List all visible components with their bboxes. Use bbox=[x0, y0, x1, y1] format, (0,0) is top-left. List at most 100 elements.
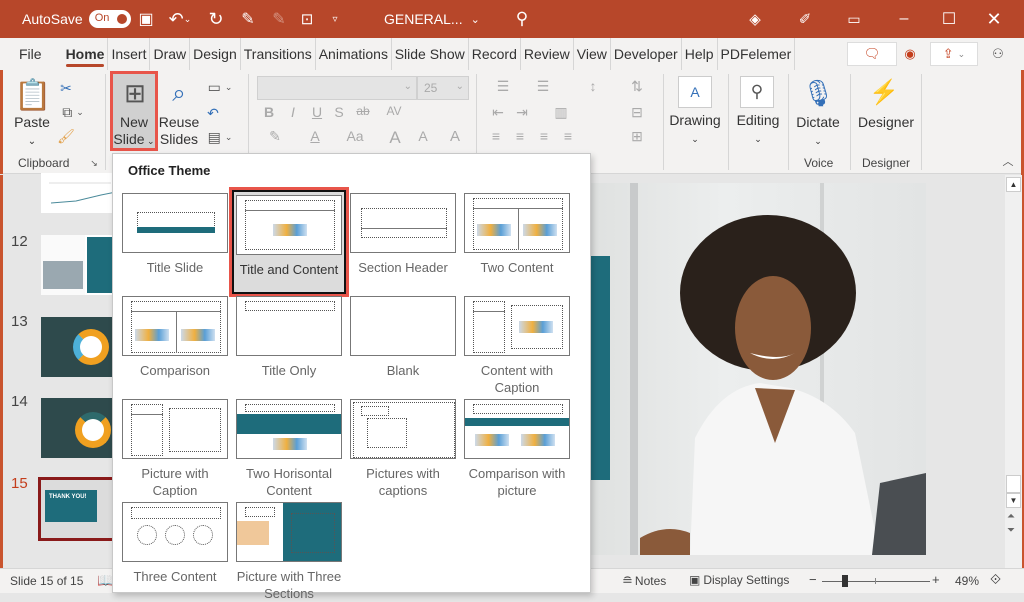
slide-thumbnail[interactable] bbox=[41, 173, 121, 213]
new-slide-button[interactable]: ⊞ New Slide ⌄ bbox=[110, 71, 158, 151]
previous-slide-icon[interactable]: ⏶ bbox=[1007, 511, 1015, 522]
slide-thumbnail-current[interactable]: THANK YOU! bbox=[38, 477, 120, 541]
tab-file[interactable]: File bbox=[16, 38, 45, 70]
font-color-button[interactable]: A bbox=[300, 128, 330, 144]
share-button[interactable]: ⇪ ⌄ bbox=[930, 42, 978, 66]
layout-option-title-only[interactable]: Title Only bbox=[232, 293, 346, 379]
layout-option-blank[interactable]: Blank bbox=[346, 293, 460, 379]
zoom-in-button[interactable]: + bbox=[932, 572, 940, 587]
reuse-slides-button[interactable]: Reuse Slides bbox=[158, 114, 200, 148]
italic-button[interactable]: I bbox=[286, 104, 300, 120]
premium-icon[interactable]: ◈ bbox=[744, 0, 766, 38]
autosave-control[interactable]: AutoSave On bbox=[22, 0, 131, 38]
text-direction-icon[interactable]: ⇅ bbox=[622, 78, 652, 95]
columns-icon[interactable]: ▥ bbox=[546, 104, 576, 121]
dictate-button[interactable]: Dictate ⌄ bbox=[792, 114, 844, 150]
fit-to-window-icon[interactable]: ⟐ bbox=[990, 571, 1001, 588]
close-icon[interactable]: ✕ bbox=[983, 0, 1005, 38]
slide-canvas[interactable] bbox=[590, 183, 926, 555]
pen-icon[interactable]: ✎ bbox=[237, 0, 259, 38]
reset-icon[interactable]: ↶ bbox=[203, 104, 223, 122]
layout-option-comparison[interactable]: Comparison bbox=[118, 293, 232, 379]
tab-view[interactable]: View bbox=[572, 38, 610, 70]
tab-record[interactable]: Record bbox=[467, 38, 520, 70]
align-right-icon[interactable]: ≡ bbox=[534, 128, 554, 144]
smartart-icon[interactable]: ⊞ bbox=[622, 128, 652, 145]
zoom-slider-thumb[interactable] bbox=[842, 575, 849, 587]
change-case-button[interactable]: Aa bbox=[340, 128, 370, 144]
layout-option-two-content[interactable]: Two Content bbox=[460, 190, 574, 276]
layout-option-title-and-content[interactable]: Title and Content bbox=[229, 187, 349, 297]
undo-icon[interactable]: ↶ ⌄ bbox=[165, 0, 195, 38]
collapse-ribbon-icon[interactable]: ︿ bbox=[1000, 154, 1016, 168]
paste-button[interactable]: Paste ⌄ bbox=[10, 114, 54, 150]
clear-formatting-icon[interactable]: A bbox=[444, 128, 466, 145]
tab-slide-show[interactable]: Slide Show bbox=[390, 38, 468, 70]
highlight-icon[interactable]: ✎ bbox=[260, 128, 290, 145]
layout-option-picture-with-three-sections[interactable]: Picture with Three Sections bbox=[232, 499, 346, 602]
tab-design[interactable]: Design bbox=[189, 38, 240, 70]
tab-draw[interactable]: Draw bbox=[149, 38, 189, 70]
cut-icon[interactable]: ✂ bbox=[56, 78, 76, 98]
decrease-font-button[interactable]: A bbox=[412, 128, 434, 144]
tab-insert[interactable]: Insert bbox=[107, 38, 149, 70]
character-spacing-button[interactable]: AV bbox=[382, 104, 406, 118]
next-slide-icon[interactable]: ⏷ bbox=[1007, 525, 1015, 536]
increase-indent-icon[interactable]: ⇥ bbox=[512, 104, 532, 121]
autosave-toggle[interactable]: On bbox=[88, 10, 131, 28]
slide-thumbnail[interactable] bbox=[41, 317, 121, 377]
section-icon[interactable]: ▤ ⌄ bbox=[203, 128, 237, 146]
minimize-icon[interactable]: – bbox=[893, 0, 915, 38]
scroll-down-icon[interactable]: ▼ bbox=[1006, 493, 1021, 508]
align-center-icon[interactable]: ≡ bbox=[510, 128, 530, 144]
display-settings-button[interactable]: ▣ Display Settings bbox=[689, 573, 789, 587]
layout-option-section-header[interactable]: Section Header bbox=[346, 190, 460, 276]
tab-help[interactable]: Help bbox=[680, 38, 717, 70]
tab-home[interactable]: Home bbox=[63, 38, 108, 70]
line-spacing-icon[interactable]: ↕ bbox=[578, 78, 608, 94]
scroll-up-icon[interactable]: ▲ bbox=[1006, 177, 1021, 192]
format-painter-icon[interactable]: 🖌 bbox=[56, 126, 76, 146]
save-icon[interactable]: ▣ bbox=[135, 0, 157, 38]
slide-thumbnail[interactable] bbox=[41, 235, 121, 295]
font-size-select[interactable]: 25 ⌄ bbox=[417, 76, 469, 100]
vertical-scrollbar[interactable]: ▲ ▼ ⏶ ⏷ bbox=[1005, 175, 1022, 568]
justify-icon[interactable]: ≡ bbox=[558, 128, 578, 144]
strikethrough-button[interactable]: ab bbox=[354, 104, 372, 118]
layout-option-content-with-caption[interactable]: Content with Caption bbox=[460, 293, 574, 396]
tab-pdfelement[interactable]: PDFelemer bbox=[716, 38, 796, 70]
drawing-button[interactable]: Drawing ⌄ bbox=[666, 112, 724, 148]
tab-transitions[interactable]: Transitions bbox=[239, 38, 315, 70]
bullets-icon[interactable]: ☰ bbox=[488, 78, 518, 95]
ribbon-display-icon[interactable]: ▭ bbox=[843, 0, 865, 38]
numbering-icon[interactable]: ☰ bbox=[528, 78, 558, 95]
notes-button[interactable]: ≘ Notes bbox=[622, 573, 666, 589]
maximize-icon[interactable]: ☐ bbox=[938, 0, 960, 38]
layout-option-title-slide[interactable]: Title Slide bbox=[118, 190, 232, 276]
search-icon[interactable]: ⚲ bbox=[512, 0, 532, 38]
decrease-indent-icon[interactable]: ⇤ bbox=[488, 104, 508, 121]
layout-option-pictures-with-captions[interactable]: Pictures with captions bbox=[346, 396, 460, 499]
layout-option-picture-with-caption[interactable]: Picture with Caption bbox=[118, 396, 232, 499]
zoom-out-button[interactable]: − bbox=[809, 572, 817, 587]
shadow-button[interactable]: S bbox=[332, 104, 346, 120]
dialog-launcher-icon[interactable]: ↘ bbox=[88, 157, 100, 169]
layout-option-comparison-with-picture[interactable]: Comparison with picture bbox=[460, 396, 574, 499]
zoom-slider[interactable] bbox=[822, 575, 930, 587]
slide-thumbnail[interactable] bbox=[41, 398, 121, 458]
record-button[interactable]: ◉ bbox=[890, 42, 930, 66]
customize-icon[interactable]: ▿ bbox=[328, 0, 342, 38]
layout-option-three-content[interactable]: Three Content bbox=[118, 499, 232, 585]
align-text-icon[interactable]: ⊟ bbox=[622, 104, 652, 121]
present-icon[interactable]: ⊡ bbox=[296, 0, 318, 38]
scroll-thumb[interactable] bbox=[1006, 475, 1021, 493]
tab-review[interactable]: Review bbox=[519, 38, 573, 70]
bold-button[interactable]: B bbox=[262, 104, 276, 120]
tab-animations[interactable]: Animations bbox=[314, 38, 391, 70]
zoom-level[interactable]: 49% bbox=[955, 574, 979, 588]
underline-button[interactable]: U bbox=[310, 104, 324, 120]
designer-pen-icon[interactable]: ✐ bbox=[794, 0, 816, 38]
align-left-icon[interactable]: ≡ bbox=[486, 128, 506, 144]
increase-font-button[interactable]: A bbox=[384, 128, 406, 148]
copy-icon[interactable]: ⧉ ⌄ bbox=[56, 102, 90, 122]
